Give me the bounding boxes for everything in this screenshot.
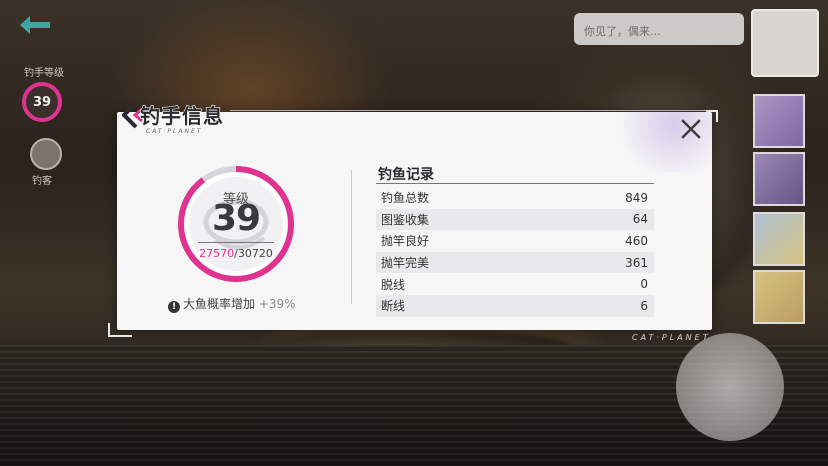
panel-title: 钓手信息 <box>139 103 224 128</box>
record-value: 460 <box>625 233 648 248</box>
warning-icon: ! <box>168 301 180 313</box>
close-icon <box>681 119 701 139</box>
record-value: 6 <box>640 298 648 313</box>
brand-watermark: CAT·PLANET <box>632 333 711 342</box>
close-button[interactable] <box>680 118 702 140</box>
item-slot-hook[interactable] <box>753 270 805 324</box>
column-divider <box>351 170 352 304</box>
record-row: 抛竿良好 460 <box>376 230 654 252</box>
item-slot-bait[interactable] <box>753 212 805 266</box>
record-row: 钓鱼总数 849 <box>376 187 654 209</box>
record-label: 钓鱼总数 <box>381 191 430 206</box>
big-fish-bonus: ! 大鱼概率增加 +39% <box>168 295 308 313</box>
record-row: 图鉴收集 64 <box>376 208 654 231</box>
record-row: 抛竿完美 361 <box>376 251 654 274</box>
record-label: 断线 <box>381 299 406 314</box>
records-title: 钓鱼记录 <box>378 167 434 183</box>
experience-max: 30720 <box>237 247 273 260</box>
item-slot-rod[interactable] <box>753 94 805 148</box>
hud-fisher-label: 钓客 <box>32 176 52 187</box>
record-value: 64 <box>632 212 648 227</box>
back-arrow-icon[interactable] <box>18 14 52 36</box>
records-list: 钓鱼总数 849 图鉴收集 64 抛竿良好 460 抛竿完美 361 脱线 0 … <box>376 187 654 317</box>
bonus-text: 大鱼概率增加 <box>183 297 256 311</box>
experience-current: 27570 <box>199 247 235 260</box>
record-label: 图鉴收集 <box>381 212 430 227</box>
records-divider <box>376 183 654 184</box>
hud-level-label: 钓手等级 <box>24 68 64 79</box>
experience-readout: 27570/30720 <box>172 247 300 260</box>
record-label: 脱线 <box>381 277 406 292</box>
bonus-value: +39% <box>258 297 296 311</box>
level-divider <box>198 242 274 243</box>
frame-decoration-bottom <box>108 335 132 337</box>
record-label: 抛竿良好 <box>381 234 430 249</box>
record-row: 断线 6 <box>376 294 654 317</box>
record-row: 脱线 0 <box>376 273 654 295</box>
level-value: 39 <box>211 198 261 239</box>
hud-level-badge[interactable]: 39 <box>22 82 62 122</box>
record-value: 0 <box>640 277 648 292</box>
player-avatar[interactable] <box>751 9 819 77</box>
level-dial: 等级 39 27570/30720 <box>172 160 300 288</box>
record-value: 849 <box>625 190 648 205</box>
hud-fisher-button[interactable] <box>30 138 62 170</box>
panel-subtitle: CAT·PLANET <box>146 128 203 135</box>
cast-reel-button[interactable] <box>676 333 784 441</box>
panel-header: 钓手信息 CAT·PLANET <box>122 98 242 138</box>
chat-bubble[interactable]: 你见了，偶来... <box>574 13 744 45</box>
item-slot-reel[interactable] <box>753 152 805 206</box>
frame-decoration-top <box>230 110 716 111</box>
record-label: 抛竿完美 <box>381 256 430 271</box>
record-value: 361 <box>625 255 648 270</box>
